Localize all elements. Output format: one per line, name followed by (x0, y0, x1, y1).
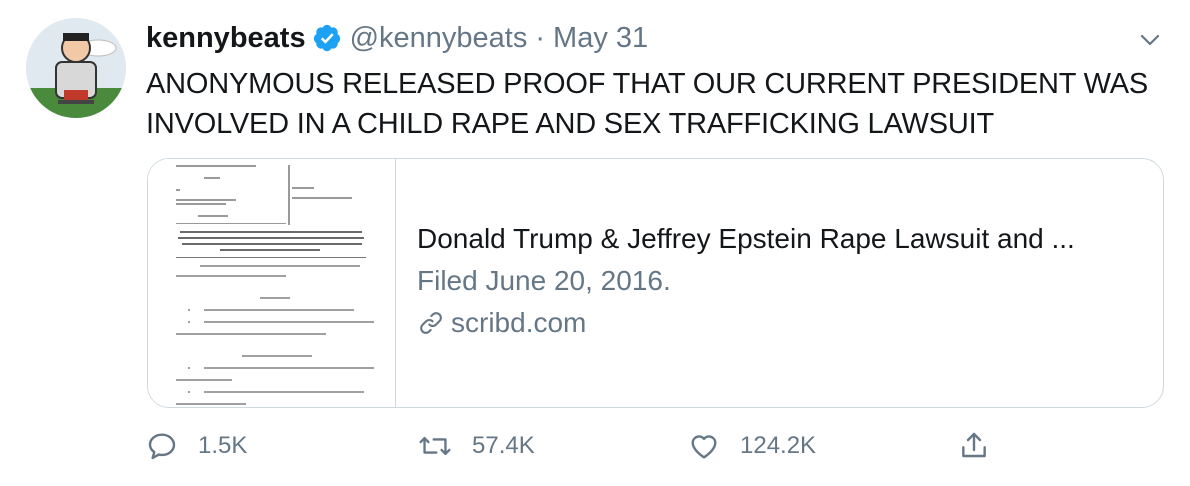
card-description: Filed June 20, 2016. (417, 265, 671, 296)
tweet-actions: 1.5K 57.4K 124.2K (146, 426, 1006, 466)
retweet-button[interactable]: 57.4K (418, 426, 535, 466)
card-thumbnail (148, 159, 396, 407)
link-icon (420, 312, 442, 334)
card-title: Donald Trump & Jeffrey Epstein Rape Laws… (417, 223, 1075, 254)
chevron-down-icon (1140, 34, 1160, 46)
more-options-button[interactable] (1134, 24, 1166, 56)
author-name[interactable]: kennybeats (146, 22, 306, 55)
heart-icon (691, 435, 717, 459)
tweet-text: ANONYMOUS RELEASED PROOF THAT OUR CURREN… (146, 68, 1149, 140)
reply-button[interactable]: 1.5K (146, 426, 247, 466)
like-count: 124.2K (740, 432, 817, 459)
share-button[interactable] (958, 426, 990, 466)
document-preview-image (148, 159, 395, 407)
verified-badge-icon (312, 23, 342, 53)
retweet-icon (419, 436, 451, 456)
avatar-image (26, 18, 126, 118)
card-domain-text: scribd.com (451, 307, 587, 338)
tweet-header: kennybeats @kennybeats · May 31 (146, 18, 648, 58)
avatar[interactable] (26, 18, 126, 118)
like-button[interactable]: 124.2K (688, 426, 816, 466)
card-domain: scribd.com (417, 303, 1163, 343)
author-handle[interactable]: @kennybeats (350, 22, 528, 55)
card-body: Donald Trump & Jeffrey Epstein Rape Laws… (396, 159, 1163, 407)
retweet-count: 57.4K (472, 432, 535, 459)
reply-count: 1.5K (198, 432, 248, 459)
header-separator: · (535, 21, 546, 54)
share-icon (962, 432, 986, 458)
link-card[interactable]: Donald Trump & Jeffrey Epstein Rape Laws… (147, 158, 1164, 408)
tweet-date[interactable]: May 31 (553, 22, 648, 55)
reply-icon (148, 433, 176, 460)
